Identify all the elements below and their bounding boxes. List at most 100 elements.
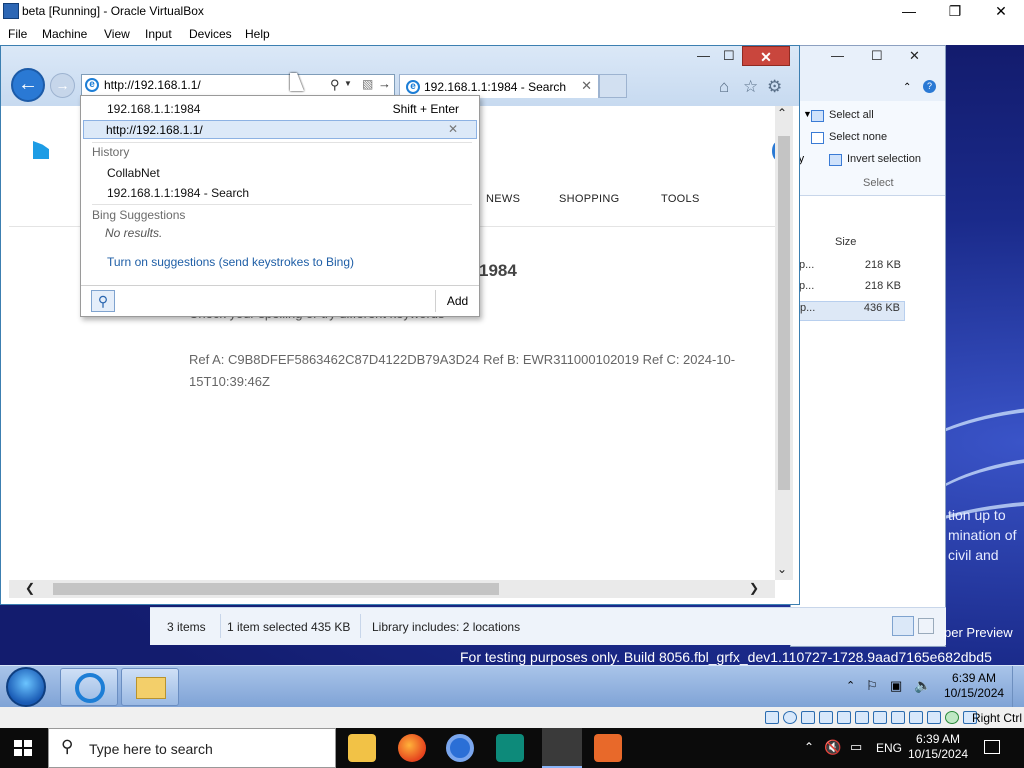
tab-label: 192.168.1.1:1984 - Search xyxy=(424,80,567,94)
dropdown-top-item[interactable]: 192.168.1.1:1984 xyxy=(107,102,200,116)
scroll-down-icon[interactable]: ⌄ xyxy=(777,562,787,576)
mouse-integration-icon[interactable] xyxy=(945,711,959,724)
explorer-close-button[interactable]: ✕ xyxy=(909,48,920,64)
back-button[interactable]: ← xyxy=(11,68,45,102)
scroll-left-icon[interactable]: ❮ xyxy=(25,581,35,595)
search-dropdown-icon[interactable]: ▼ xyxy=(344,79,352,88)
horizontal-scroll-thumb[interactable] xyxy=(53,583,499,595)
table-row-selected[interactable]: p... 436 KB xyxy=(791,301,905,321)
minimize-button[interactable]: — xyxy=(886,0,932,23)
file-explorer-icon[interactable] xyxy=(348,734,376,762)
add-provider-button[interactable]: Add xyxy=(435,290,479,312)
cpu-icon[interactable] xyxy=(909,711,923,724)
chrome-icon[interactable] xyxy=(446,734,474,762)
menu-file[interactable]: File xyxy=(8,27,27,41)
invert-selection-button[interactable]: Invert selection xyxy=(829,153,921,166)
table-row[interactable]: p... 218 KB xyxy=(791,259,945,279)
compat-view-icon[interactable]: ▧ xyxy=(362,77,373,91)
menu-help[interactable]: Help xyxy=(245,27,270,41)
address-bar[interactable]: e ⚲ ▼ ▧ → xyxy=(81,74,395,96)
search-icon[interactable]: ⚲ xyxy=(330,77,340,93)
history-item[interactable]: 192.168.1.1:1984 - Search xyxy=(107,186,249,200)
taskbar-ie-button[interactable] xyxy=(60,668,118,706)
volume-icon[interactable]: 🔈 xyxy=(914,677,931,694)
history-item[interactable]: CollabNet xyxy=(107,166,160,180)
gear-icon[interactable]: ⚙ xyxy=(767,77,782,97)
vscode-icon[interactable] xyxy=(496,734,524,762)
menu-machine[interactable]: Machine xyxy=(42,27,87,41)
tab-close-icon[interactable]: ✕ xyxy=(581,78,592,94)
usb-icon[interactable] xyxy=(837,711,851,724)
show-hidden-icons[interactable]: ⌃ xyxy=(804,740,814,754)
scroll-right-icon[interactable]: ❯ xyxy=(749,581,759,595)
host-clock[interactable]: 6:39 AM 10/15/2024 xyxy=(908,732,968,762)
mouse-cursor-icon xyxy=(290,73,304,91)
help-icon[interactable]: ? xyxy=(923,80,936,93)
ie-close-button[interactable]: ✕ xyxy=(742,46,790,66)
favorites-star-icon[interactable]: ☆ xyxy=(743,77,758,97)
shared-folders-icon[interactable] xyxy=(855,711,869,724)
start-orb-icon[interactable] xyxy=(6,667,46,707)
lab-flask-icon[interactable] xyxy=(594,734,622,762)
ribbon-collapse-icon[interactable]: ⌃ xyxy=(903,82,911,93)
select-none-icon xyxy=(811,132,824,144)
harddisk-icon[interactable] xyxy=(765,711,779,724)
windows-start-icon[interactable] xyxy=(14,740,32,756)
menu-input[interactable]: Input xyxy=(145,27,172,41)
go-arrow-icon[interactable]: → xyxy=(378,76,391,91)
forward-button[interactable]: → xyxy=(50,73,75,98)
ie-icon xyxy=(75,673,105,703)
show-desktop-button[interactable] xyxy=(1012,666,1024,707)
turn-on-suggestions-link[interactable]: Turn on suggestions (send keystrokes to … xyxy=(107,255,354,269)
action-center-flag-icon[interactable]: ⚐ xyxy=(866,678,878,694)
vertical-scroll-thumb[interactable] xyxy=(778,136,790,490)
taskbar-explorer-button[interactable] xyxy=(121,668,179,706)
vertical-scrollbar[interactable]: ⌃ ⌄ xyxy=(775,106,793,580)
home-icon[interactable]: ⌂ xyxy=(719,77,729,97)
show-hidden-icons[interactable]: ⌃ xyxy=(846,679,855,692)
volume-muted-icon[interactable]: 🔇 xyxy=(824,739,841,756)
guest-clock[interactable]: 6:39 AM 10/15/2024 xyxy=(944,671,1004,701)
explorer-maximize-button[interactable]: ☐ xyxy=(871,48,883,64)
vt-icon[interactable] xyxy=(927,711,941,724)
close-button[interactable]: ✕ xyxy=(978,0,1024,23)
search-provider-icon[interactable]: ⚲ xyxy=(91,290,115,312)
audio-icon[interactable] xyxy=(801,711,815,724)
select-all-button[interactable]: Select all xyxy=(811,109,874,122)
virtualbox-taskbar-icon[interactable] xyxy=(542,728,582,768)
host-search-box[interactable]: ⚲ Type here to search xyxy=(48,728,336,768)
details-view-icon[interactable] xyxy=(892,616,914,636)
menu-devices[interactable]: Devices xyxy=(189,27,232,41)
address-autocomplete-dropdown: 192.168.1.1:1984 Shift + Enter http://19… xyxy=(80,95,480,317)
nav-news[interactable]: NEWS xyxy=(486,193,520,205)
explorer-file-list: Size p... 218 KB p... 218 KB p... 436 KB xyxy=(791,196,945,608)
select-none-button[interactable]: Select none xyxy=(811,131,887,144)
network-icon[interactable]: ▭ xyxy=(850,739,862,755)
remove-item-icon[interactable]: ✕ xyxy=(448,122,458,136)
network-adapter-icon[interactable] xyxy=(819,711,833,724)
optical-drive-icon[interactable] xyxy=(783,711,797,724)
horizontal-scrollbar[interactable]: ❮ ❯ xyxy=(9,580,775,598)
language-indicator[interactable]: ENG xyxy=(876,741,902,755)
maximize-button[interactable]: ❐ xyxy=(932,0,978,23)
explorer-minimize-button[interactable]: — xyxy=(831,48,844,63)
table-row[interactable]: p... 218 KB xyxy=(791,280,945,300)
ie-maximize-button[interactable]: ☐ xyxy=(723,48,735,64)
address-input[interactable] xyxy=(104,77,304,93)
firefox-icon[interactable] xyxy=(398,734,426,762)
size-column-header[interactable]: Size xyxy=(835,236,856,248)
history-header: History xyxy=(92,145,130,159)
menu-view[interactable]: View xyxy=(104,27,130,41)
new-tab-button[interactable] xyxy=(599,74,627,98)
network-icon[interactable]: ▣ xyxy=(890,678,902,694)
recording-icon[interactable] xyxy=(891,711,905,724)
notifications-icon[interactable] xyxy=(984,740,1000,754)
status-library: Library includes: 2 locations xyxy=(372,620,521,634)
tiles-view-icon[interactable] xyxy=(918,618,934,634)
scroll-up-icon[interactable]: ⌃ xyxy=(777,106,787,120)
display-icon[interactable] xyxy=(873,711,887,724)
dropdown-selected-item[interactable]: http://192.168.1.1/ ✕ xyxy=(83,120,477,139)
ie-minimize-button[interactable]: — xyxy=(697,48,710,63)
nav-tools[interactable]: TOOLS xyxy=(661,193,700,205)
nav-shopping[interactable]: SHOPPING xyxy=(559,193,619,205)
